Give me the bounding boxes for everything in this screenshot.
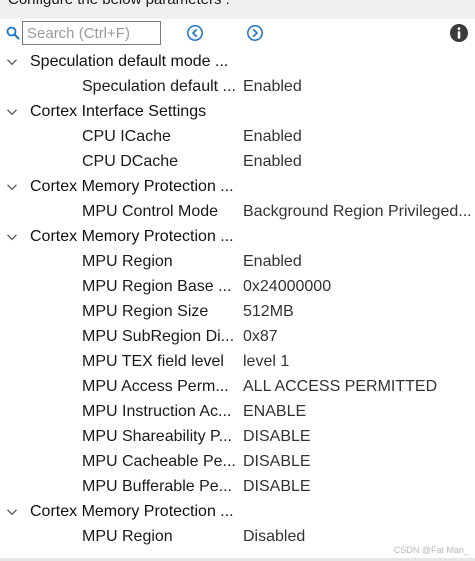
panel-header-title: Configure the below parameters :: [8, 0, 230, 8]
parameter-row[interactable]: MPU Access Perm... ALL ACCESS PERMITTED: [0, 374, 475, 399]
parameter-name: MPU Access Perm...: [82, 378, 229, 395]
parameter-value[interactable]: Background Region Privileged...: [243, 199, 473, 224]
parameter-value[interactable]: ALL ACCESS PERMITTED: [243, 374, 473, 399]
parameter-name: MPU Bufferable Pe...: [82, 478, 232, 495]
chevron-right-circle-icon[interactable]: [246, 24, 264, 42]
toolbar: [0, 19, 475, 48]
parameter-row[interactable]: MPU Region Size 512MB: [0, 299, 475, 324]
parameter-row[interactable]: MPU Region Base ... 0x24000000: [0, 274, 475, 299]
chevron-down-icon[interactable]: [6, 181, 18, 193]
parameter-row[interactable]: MPU Region Enabled: [0, 249, 475, 274]
parameter-name: MPU Region: [82, 528, 173, 545]
tree-group-label: Speculation default mode ...: [30, 53, 229, 70]
parameter-row[interactable]: Speculation default ... Enabled: [0, 74, 475, 99]
panel-header: Configure the below parameters :: [0, 0, 475, 20]
parameter-row[interactable]: MPU Shareability P... DISABLE: [0, 424, 475, 449]
watermark: CSDN @Fat Man_: [393, 545, 469, 555]
chevron-down-icon[interactable]: [6, 56, 18, 68]
parameter-value[interactable]: 512MB: [243, 299, 473, 324]
search-input[interactable]: [22, 21, 161, 45]
chevron-left-circle-icon[interactable]: [186, 24, 204, 42]
parameter-value[interactable]: level 1: [243, 349, 473, 374]
info-icon[interactable]: [449, 23, 469, 43]
parameter-value[interactable]: Enabled: [243, 124, 473, 149]
parameter-value[interactable]: Enabled: [243, 74, 473, 99]
tree-group-row[interactable]: Cortex Memory Protection ...: [0, 174, 475, 199]
tree-group-row[interactable]: Cortex Memory Protection ...: [0, 224, 475, 249]
parameter-value[interactable]: DISABLE: [243, 449, 473, 474]
chevron-down-icon[interactable]: [6, 106, 18, 118]
tree-group-label: Cortex Memory Protection ...: [30, 228, 234, 245]
parameter-row[interactable]: CPU DCache Enabled: [0, 149, 475, 174]
chevron-down-icon[interactable]: [6, 506, 18, 518]
parameter-row[interactable]: CPU ICache Enabled: [0, 124, 475, 149]
parameter-row[interactable]: MPU Cacheable Pe... DISABLE: [0, 449, 475, 474]
parameter-row[interactable]: MPU TEX field level level 1: [0, 349, 475, 374]
parameter-value[interactable]: 0x24000000: [243, 274, 473, 299]
parameter-name: MPU Region Size: [82, 303, 209, 320]
parameter-settings-panel: Configure the below parameters : Specula…: [0, 0, 475, 561]
tree-group-row[interactable]: Cortex Memory Protection ...: [0, 499, 475, 524]
parameter-row[interactable]: MPU Bufferable Pe... DISABLE: [0, 474, 475, 499]
tree-group-row[interactable]: Cortex Interface Settings: [0, 99, 475, 124]
tree-group-row[interactable]: Speculation default mode ...: [0, 49, 475, 74]
parameter-name: MPU TEX field level: [82, 353, 224, 370]
search-icon: [6, 26, 20, 40]
parameter-value[interactable]: 0x87: [243, 324, 473, 349]
parameter-name: MPU SubRegion Di...: [82, 328, 235, 345]
parameter-value[interactable]: Enabled: [243, 149, 473, 174]
parameter-name: MPU Instruction Ac...: [82, 403, 232, 420]
parameter-name: MPU Region Base ...: [82, 278, 232, 295]
parameter-name: Speculation default ...: [82, 78, 236, 95]
tree-group-label: Cortex Interface Settings: [30, 103, 207, 120]
parameter-name: MPU Region: [82, 253, 173, 270]
parameter-row[interactable]: MPU Control Mode Background Region Privil…: [0, 199, 475, 224]
parameter-value[interactable]: ENABLE: [243, 399, 473, 424]
chevron-down-icon[interactable]: [6, 231, 18, 243]
parameter-name: CPU ICache: [82, 128, 171, 145]
parameter-name: MPU Shareability P...: [82, 428, 232, 445]
parameter-value[interactable]: DISABLE: [243, 474, 473, 499]
parameter-name: CPU DCache: [82, 153, 179, 170]
parameter-name: MPU Control Mode: [82, 203, 219, 220]
tree-group-label: Cortex Memory Protection ...: [30, 178, 234, 195]
parameter-value[interactable]: DISABLE: [243, 424, 473, 449]
parameter-tree: Speculation default mode ... Speculation …: [0, 49, 475, 549]
parameter-value[interactable]: Enabled: [243, 249, 473, 274]
parameter-row[interactable]: MPU SubRegion Di... 0x87: [0, 324, 475, 349]
parameter-row[interactable]: MPU Instruction Ac... ENABLE: [0, 399, 475, 424]
tree-group-label: Cortex Memory Protection ...: [30, 503, 234, 520]
parameter-name: MPU Cacheable Pe...: [82, 453, 236, 470]
